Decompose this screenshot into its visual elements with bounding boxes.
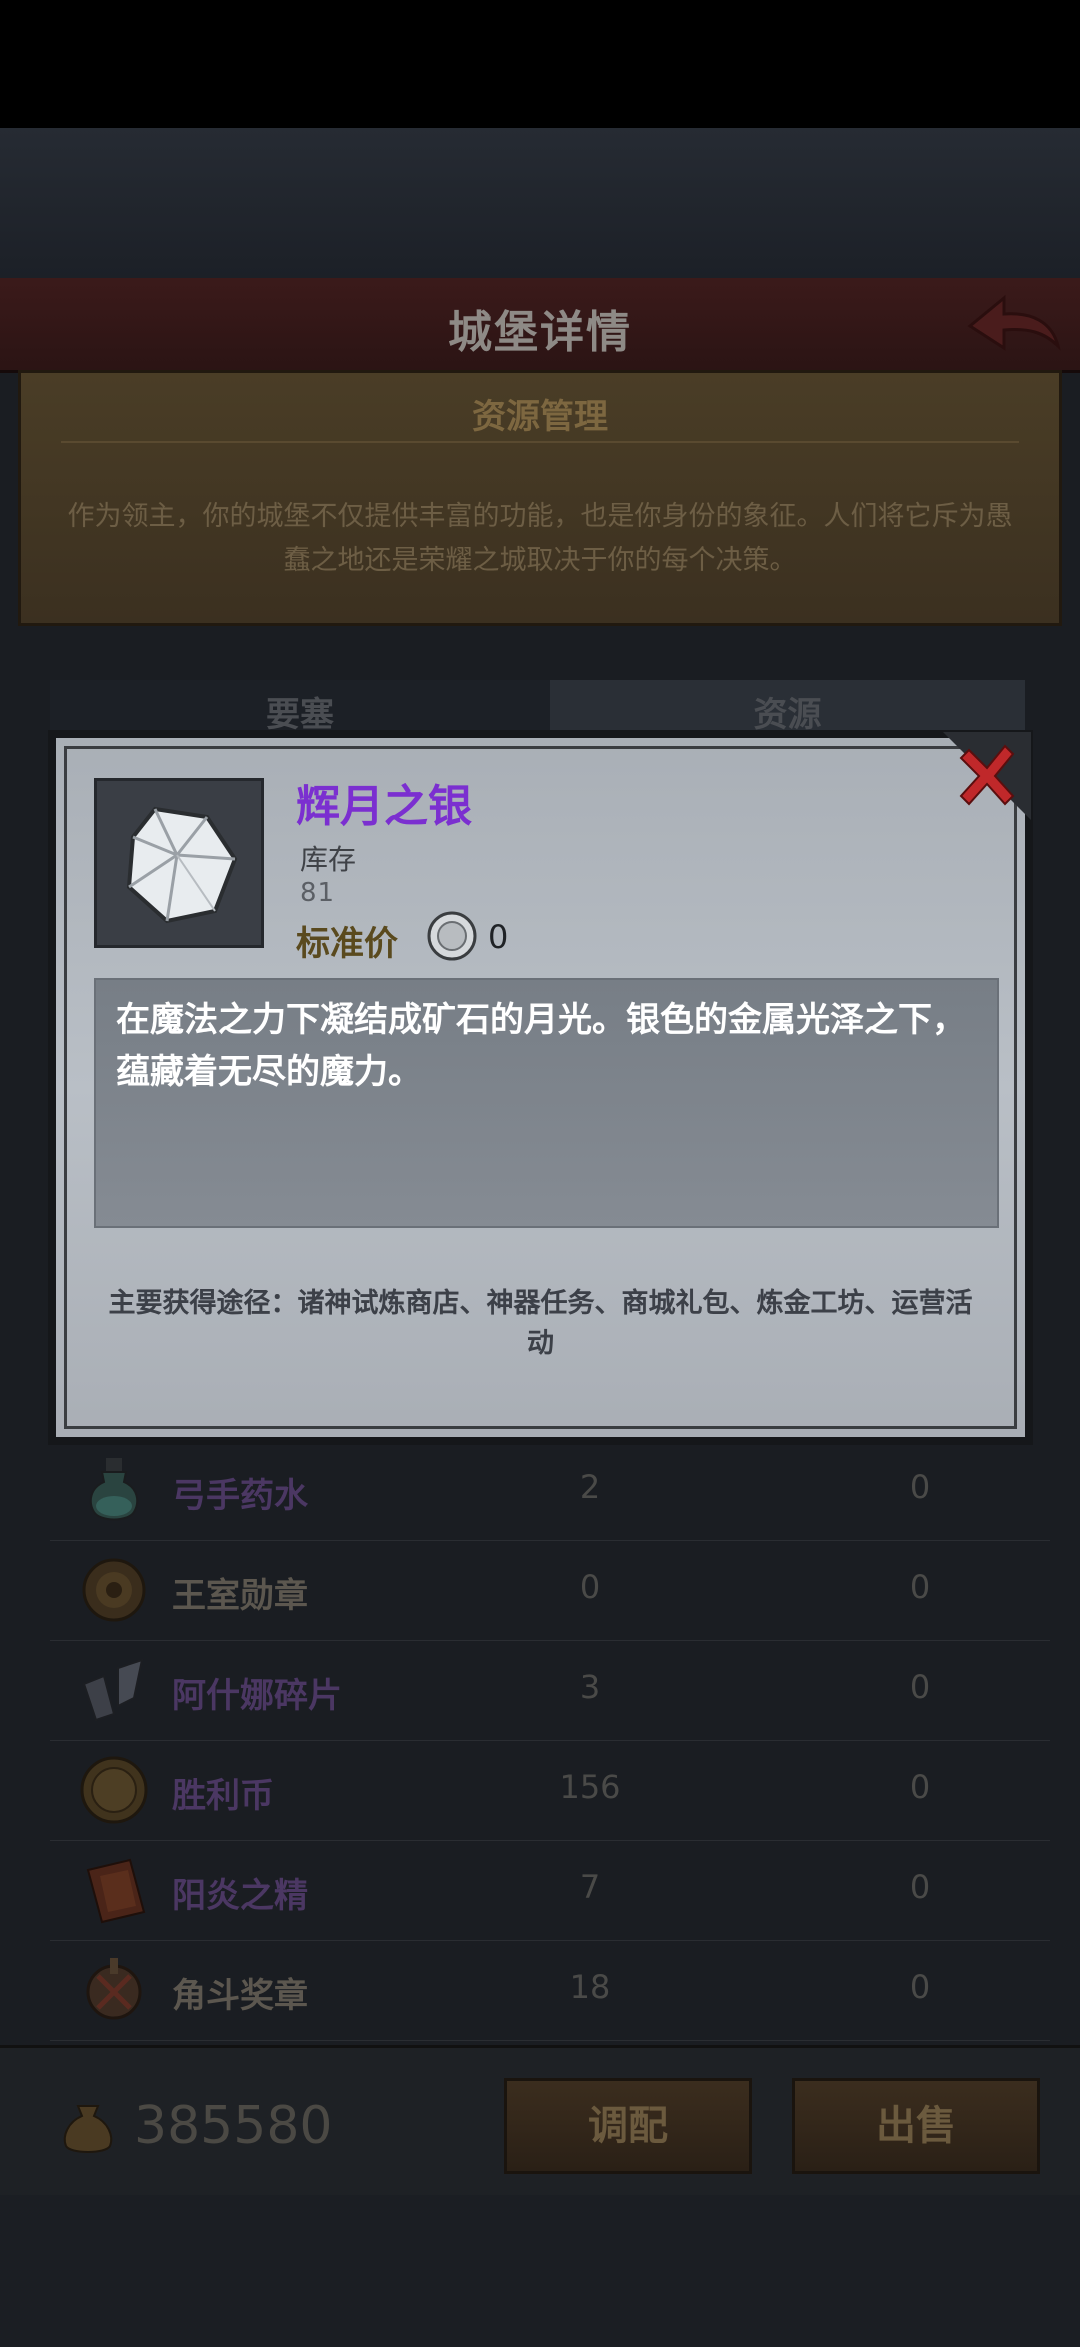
info-description: 作为领主，你的城堡不仅提供丰富的功能，也是你身份的象征。人们将它斥为愚蠢之地还是… <box>67 501 1013 576</box>
bottom-bar: 385580 调配 出售 <box>0 2045 1080 2198</box>
item-title: 辉月之银 <box>296 781 472 832</box>
shard-icon <box>82 1658 144 1722</box>
item-quantity: 0 <box>579 1568 601 1606</box>
item-value: 0 <box>909 1468 931 1506</box>
tab-bar: 要塞 资源 <box>50 680 1025 730</box>
item-name: 王室勋章 <box>172 1576 308 1616</box>
tab-fortress[interactable]: 要塞 <box>50 680 550 730</box>
gladiator-badge-icon <box>86 1958 142 2020</box>
item-icon-frame <box>94 778 264 948</box>
page-title: 城堡详情 <box>448 307 632 358</box>
item-quantity: 156 <box>559 1768 621 1806</box>
price-value: 0 <box>488 918 509 956</box>
item-detail-dialog: 辉月之银 库存 81 标准价 0 在魔法之力下凝结成矿石的月光。银色的金属光泽之… <box>48 730 1033 1445</box>
item-value: 0 <box>909 1668 931 1706</box>
list-item[interactable]: 王室勋章 0 0 <box>50 1540 1050 1641</box>
stock-label: 库存 <box>300 843 357 876</box>
price-label: 标准价 <box>296 924 398 964</box>
silver-coin-icon <box>427 911 477 961</box>
back-arrow-icon[interactable] <box>962 288 1062 358</box>
item-name: 阳炎之精 <box>172 1876 308 1916</box>
divider <box>61 441 1019 443</box>
header: 城堡详情 <box>0 278 1080 373</box>
item-value: 0 <box>909 1968 931 2006</box>
item-name: 阿什娜碎片 <box>172 1676 342 1716</box>
background-band <box>0 128 1080 278</box>
background-bottom <box>0 2195 1080 2347</box>
silver-ore-icon <box>126 806 238 924</box>
gold-amount: 385580 <box>134 2096 333 2156</box>
potion-icon <box>89 1458 139 1521</box>
description-box: 在魔法之力下凝结成矿石的月光。银色的金属光泽之下，蕴藏着无尽的魔力。 <box>94 978 999 1228</box>
item-name: 胜利币 <box>172 1776 274 1816</box>
item-quantity: 18 <box>569 1968 611 2006</box>
item-description: 在魔法之力下凝结成矿石的月光。银色的金属光泽之下，蕴藏着无尽的魔力。 <box>116 1000 966 1092</box>
close-icon[interactable] <box>943 732 1031 820</box>
acquisition-sources: 主要获得途径：诸神试炼商店、神器任务、商城礼包、炼金工坊、运营活动 <box>108 1288 973 1359</box>
stock-value: 81 <box>300 878 336 908</box>
item-value: 0 <box>909 1868 931 1906</box>
list-item[interactable]: 阳炎之精 7 0 <box>50 1840 1050 1941</box>
essence-icon <box>86 1858 146 1924</box>
item-quantity: 3 <box>579 1668 601 1706</box>
status-bar <box>0 0 1080 128</box>
item-quantity: 2 <box>579 1468 601 1506</box>
list-item[interactable]: 胜利币 156 0 <box>50 1740 1050 1841</box>
info-panel: 资源管理 作为领主，你的城堡不仅提供丰富的功能，也是你身份的象征。人们将它斥为愚… <box>18 370 1062 626</box>
coin-icon <box>80 1756 148 1824</box>
medal-icon <box>82 1558 146 1622</box>
mix-button[interactable]: 调配 <box>504 2078 752 2174</box>
info-title: 资源管理 <box>472 397 608 437</box>
item-value: 0 <box>909 1768 931 1806</box>
tab-resources[interactable]: 资源 <box>550 680 1025 730</box>
list-item[interactable]: 角斗奖章 18 0 <box>50 1940 1050 2041</box>
item-name: 角斗奖章 <box>172 1976 308 2016</box>
list-item[interactable]: 弓手药水 2 0 <box>50 1440 1050 1541</box>
item-quantity: 7 <box>579 1868 601 1906</box>
sell-button[interactable]: 出售 <box>792 2078 1040 2174</box>
list-item[interactable]: 阿什娜碎片 3 0 <box>50 1640 1050 1741</box>
item-name: 弓手药水 <box>172 1476 308 1516</box>
gold-bag-icon <box>63 2105 113 2153</box>
item-value: 0 <box>909 1568 931 1606</box>
